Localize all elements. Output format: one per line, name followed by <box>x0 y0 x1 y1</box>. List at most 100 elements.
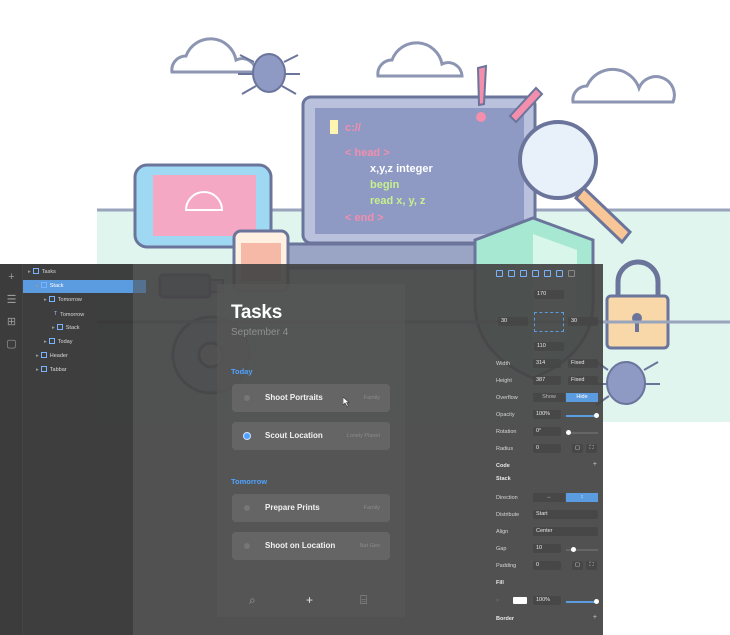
padding-input[interactable]: 0 <box>533 561 561 570</box>
radius-uniform-icon[interactable]: ▢ <box>572 444 583 453</box>
slider-knob[interactable] <box>594 413 599 418</box>
phone-artboard[interactable]: Tasks September 4 Today Shoot Portraits … <box>217 284 405 617</box>
align-middle-icon[interactable] <box>544 270 551 277</box>
fill-color-swatch[interactable] <box>513 597 527 604</box>
plus-icon[interactable]: + <box>6 272 17 283</box>
task-card[interactable]: Prepare Prints Family <box>232 494 390 522</box>
box-icon[interactable]: ▢ <box>6 339 17 350</box>
chevron-right-icon[interactable]: ▸ <box>44 339 47 345</box>
page-title: Tasks <box>231 302 282 323</box>
grid-icon[interactable]: ⊞ <box>6 317 17 328</box>
radius-input[interactable]: 0 <box>533 444 561 453</box>
margin-left-field[interactable]: 30 <box>498 317 528 326</box>
layer-item[interactable]: ▸ Tabbar <box>23 364 146 377</box>
chevron-right-icon[interactable]: ▸ <box>52 325 55 331</box>
distribute-label: Distribute <box>496 512 520 518</box>
task-label: Shoot Portraits <box>265 393 323 402</box>
archive-icon[interactable]: ⌸ <box>360 593 367 607</box>
margin-bottom-field[interactable]: 110 <box>534 342 564 351</box>
height-mode-select[interactable]: Fixed <box>568 376 598 385</box>
gap-row: Gap 10 <box>496 544 599 556</box>
direction-vertical-icon[interactable]: ↕ <box>566 493 598 502</box>
task-label: Shoot on Location <box>265 541 336 550</box>
align-bottom-icon[interactable] <box>556 270 563 277</box>
section-today: Today <box>231 367 253 376</box>
opacity-label: Opacity <box>496 412 515 418</box>
margin-top-field[interactable]: 170 <box>534 290 564 299</box>
direction-label: Direction <box>496 495 518 501</box>
checkbox[interactable] <box>244 395 250 401</box>
padding-label: Padding <box>496 563 517 569</box>
overflow-show-toggle[interactable]: Show <box>533 393 565 402</box>
checkbox[interactable] <box>244 433 250 439</box>
distribute-row: Distribute Start <box>496 510 599 522</box>
align-center-icon[interactable] <box>508 270 515 277</box>
tabbar: ⌕ + ⌸ <box>217 591 405 611</box>
direction-row: Direction ↔ ↕ <box>496 493 599 505</box>
slider-knob[interactable] <box>566 430 571 435</box>
radius-individual-icon[interactable]: ⛶ <box>586 444 597 453</box>
opacity-input[interactable]: 100% <box>533 410 561 419</box>
distribute-select[interactable]: Start <box>533 510 598 519</box>
radius-row: Radius 0 ▢ ⛶ <box>496 444 599 456</box>
code-line: read x, y, z <box>370 195 426 207</box>
chevron-right-icon[interactable]: ▸ <box>28 269 31 275</box>
width-label: Width <box>496 361 511 367</box>
align-right-icon[interactable] <box>520 270 527 277</box>
task-card[interactable]: Shoot Portraits Family <box>232 384 390 412</box>
height-row: Height 387 Fixed <box>496 376 599 388</box>
layer-item[interactable]: ▸ Header <box>23 350 146 363</box>
direction-horizontal-icon[interactable]: ↔ <box>533 493 565 502</box>
chevron-right-icon[interactable]: ▸ <box>36 353 39 359</box>
align-select[interactable]: Center <box>533 527 598 536</box>
task-card[interactable]: Scout Location Lonely Planet <box>232 422 390 450</box>
fill-opacity-slider[interactable] <box>566 596 599 608</box>
rotation-row: Rotation 0° <box>496 427 599 439</box>
task-tag: Nat Geo <box>359 543 380 549</box>
chevron-right-icon[interactable]: ▸ <box>36 367 39 373</box>
code-line: x,y,z integer <box>370 163 433 175</box>
fill-opacity-input[interactable]: 100% <box>533 596 561 605</box>
alignment-toolbar <box>496 270 596 280</box>
rotation-input[interactable]: 0° <box>533 427 561 436</box>
width-input[interactable]: 314 <box>533 359 561 368</box>
overflow-label: Overflow <box>496 395 518 401</box>
rotation-slider[interactable] <box>566 427 598 439</box>
gap-slider[interactable] <box>566 544 598 556</box>
code-line: < head > <box>345 147 390 159</box>
padding-uniform-icon[interactable]: ▢ <box>572 561 583 570</box>
task-label: Prepare Prints <box>265 503 320 512</box>
list-icon[interactable]: ☰ <box>6 295 17 306</box>
align-left-icon[interactable] <box>496 270 503 277</box>
overflow-hide-toggle[interactable]: Hide <box>566 393 598 402</box>
height-input[interactable]: 387 <box>533 376 561 385</box>
chevron-right-icon[interactable]: ▸ <box>36 283 39 289</box>
margin-right-field[interactable]: 30 <box>568 317 598 326</box>
stack-layer-icon <box>48 337 55 344</box>
opacity-row: Opacity 100% <box>496 410 599 422</box>
distribute-icon[interactable] <box>568 270 575 277</box>
spacing-box: 170 30 30 110 <box>496 288 598 352</box>
layer-label: Tabbar <box>49 367 67 373</box>
task-card[interactable]: Shoot on Location Nat Geo <box>232 532 390 560</box>
add-icon[interactable]: + <box>306 593 313 607</box>
checkbox[interactable] <box>244 505 250 511</box>
stack-layer-icon <box>40 351 47 358</box>
gap-input[interactable]: 10 <box>533 544 561 553</box>
opacity-slider[interactable] <box>566 410 599 422</box>
checkbox[interactable] <box>244 543 250 549</box>
align-top-icon[interactable] <box>532 270 539 277</box>
add-code-icon[interactable]: + <box>593 461 597 468</box>
padding-individual-icon[interactable]: ⛶ <box>586 561 597 570</box>
width-row: Width 314 Fixed <box>496 359 599 371</box>
search-icon[interactable]: ⌕ <box>249 593 256 607</box>
add-border-icon[interactable]: + <box>593 614 597 621</box>
layer-item[interactable]: ▸ Tasks <box>23 266 138 279</box>
slider-knob[interactable] <box>571 547 576 552</box>
layer-item[interactable]: ▸ Stack <box>23 280 146 293</box>
slider-knob[interactable] <box>594 599 599 604</box>
fill-remove-icon[interactable]: × <box>496 598 499 604</box>
chevron-right-icon[interactable]: ▸ <box>44 297 47 303</box>
width-mode-select[interactable]: Fixed <box>568 359 598 368</box>
page-date: September 4 <box>231 327 289 338</box>
